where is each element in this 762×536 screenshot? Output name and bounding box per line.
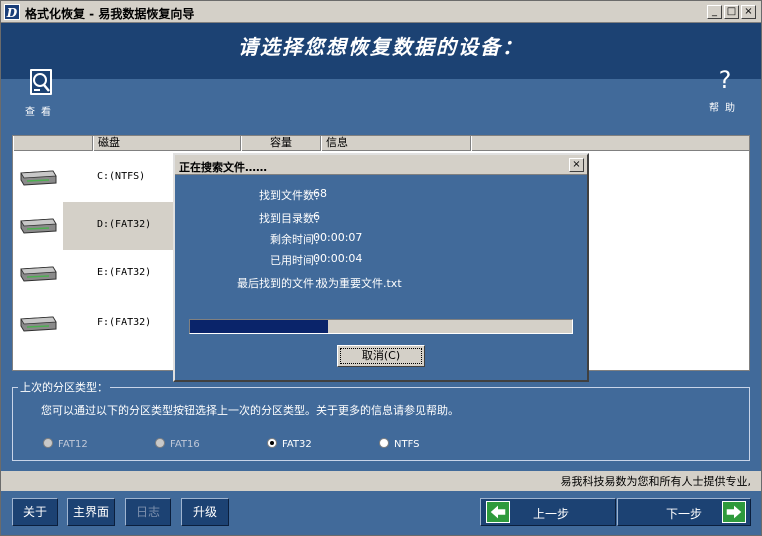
group-title: 上次的分区类型： — [18, 379, 110, 395]
radio-dot-selected-icon — [267, 438, 277, 448]
disk-row-f[interactable]: F:(FAT32) — [13, 300, 173, 348]
search-progress-bar — [189, 319, 573, 334]
arrow-right-icon — [722, 501, 746, 523]
radio-ntfs[interactable]: NTFS — [379, 438, 420, 450]
hard-disk-icon — [20, 170, 57, 186]
disk-label: E:(FAT32) — [97, 267, 152, 278]
elapsed-time-value: 00:00:04 — [313, 252, 363, 265]
prev-step-label: 上一步 — [533, 507, 570, 521]
about-button[interactable]: 关于 — [12, 498, 58, 526]
hard-disk-icon — [20, 316, 57, 332]
main-menu-button[interactable]: 主界面 — [67, 498, 115, 526]
next-step-button[interactable]: 下一步 — [617, 498, 751, 526]
radio-label: NTFS — [394, 439, 420, 450]
app-logo-icon: D — [4, 4, 20, 20]
close-button[interactable]: × — [741, 5, 756, 19]
prev-step-button[interactable]: 上一步 — [480, 498, 616, 526]
radio-label: FAT16 — [170, 439, 200, 450]
radio-dot-icon — [379, 438, 389, 448]
disk-label: D:(FAT32) — [97, 219, 152, 230]
radio-dot-icon — [155, 438, 165, 448]
dialog-title: 正在搜索文件…… — [179, 161, 267, 174]
help-question-icon: ? — [718, 66, 732, 94]
log-button[interactable]: 日志 — [125, 498, 171, 526]
column-header-blank[interactable] — [13, 136, 93, 151]
maximize-button[interactable]: □ — [724, 5, 739, 19]
cancel-button[interactable]: 取消(C) — [337, 345, 425, 367]
view-disk-icon — [30, 69, 52, 95]
progress-fill — [190, 320, 328, 333]
remaining-time-label: 剩余时间： — [270, 233, 325, 246]
title-bar[interactable]: D 格式化恢复 - 易我数据恢复向导 _ □ × — [1, 1, 761, 23]
hard-disk-icon — [20, 218, 57, 234]
dialog-title-bar[interactable]: 正在搜索文件…… × — [175, 155, 587, 175]
disk-row-e[interactable]: E:(FAT32) — [13, 250, 173, 298]
page-title: 请选择您想恢复数据的设备： — [238, 35, 524, 59]
column-header-info[interactable]: 信息 — [321, 136, 471, 151]
dirs-found-value: 6 — [313, 210, 320, 223]
elapsed-time-label: 已用时间： — [270, 254, 325, 267]
dialog-close-button[interactable]: × — [569, 158, 584, 172]
column-header-extra[interactable] — [471, 136, 751, 151]
files-found-value: 68 — [313, 187, 327, 200]
scrolling-message: 易我科技易数为您和所有人士提供专业, — [558, 473, 753, 489]
remaining-time-value: 00:00:07 — [313, 231, 363, 244]
radio-fat32[interactable]: FAT32 — [267, 438, 312, 450]
next-step-label: 下一步 — [666, 507, 703, 521]
dirs-found-label: 找到目录数： — [259, 212, 325, 225]
view-label: 查看 — [25, 107, 57, 118]
last-file-value: 极为重要文件.txt — [317, 277, 402, 290]
header-band: 请选择您想恢复数据的设备： — [1, 23, 761, 79]
upgrade-button[interactable]: 升级 — [181, 498, 229, 526]
disk-label: F:(FAT32) — [97, 317, 152, 328]
main-window: D 格式化恢复 - 易我数据恢复向导 _ □ × 请选择您想恢复数据的设备： 查… — [0, 0, 762, 536]
window-title: 格式化恢复 - 易我数据恢复向导 — [25, 7, 195, 21]
arrow-left-icon — [486, 501, 510, 523]
radio-dot-icon — [43, 438, 53, 448]
files-found-label: 找到文件数： — [259, 189, 325, 202]
radio-fat12[interactable]: FAT12 — [43, 438, 88, 450]
radio-label: FAT32 — [282, 439, 312, 450]
radio-fat16[interactable]: FAT16 — [155, 438, 200, 450]
group-description: 您可以通过以下的分区类型按钮选择上一次的分区类型。关于更多的信息请参见帮助。 — [41, 404, 459, 417]
column-header-disk[interactable]: 磁盘 — [93, 136, 241, 151]
column-header-capacity[interactable]: 容量 — [241, 136, 321, 151]
hard-disk-icon — [20, 266, 57, 282]
last-file-label: 最后找到的文件： — [237, 277, 325, 290]
radio-label: FAT12 — [58, 439, 88, 450]
search-progress-dialog: 正在搜索文件…… × 找到文件数： 68 找到目录数： 6 剩余时间： 00:0… — [173, 153, 589, 382]
partition-type-group: 上次的分区类型： 您可以通过以下的分区类型按钮选择上一次的分区类型。关于更多的信… — [12, 379, 750, 461]
help-label: 帮助 — [709, 103, 741, 114]
list-header: 磁盘 容量 信息 — [13, 136, 749, 151]
disk-row-d[interactable]: D:(FAT32) — [13, 202, 173, 250]
view-tool-button[interactable]: 查看 — [19, 67, 63, 118]
disk-row-c[interactable]: C:(NTFS) — [13, 154, 173, 202]
help-tool-button[interactable]: ? 帮助 — [701, 67, 749, 114]
disk-label: C:(NTFS) — [97, 171, 146, 182]
minimize-button[interactable]: _ — [707, 5, 722, 19]
